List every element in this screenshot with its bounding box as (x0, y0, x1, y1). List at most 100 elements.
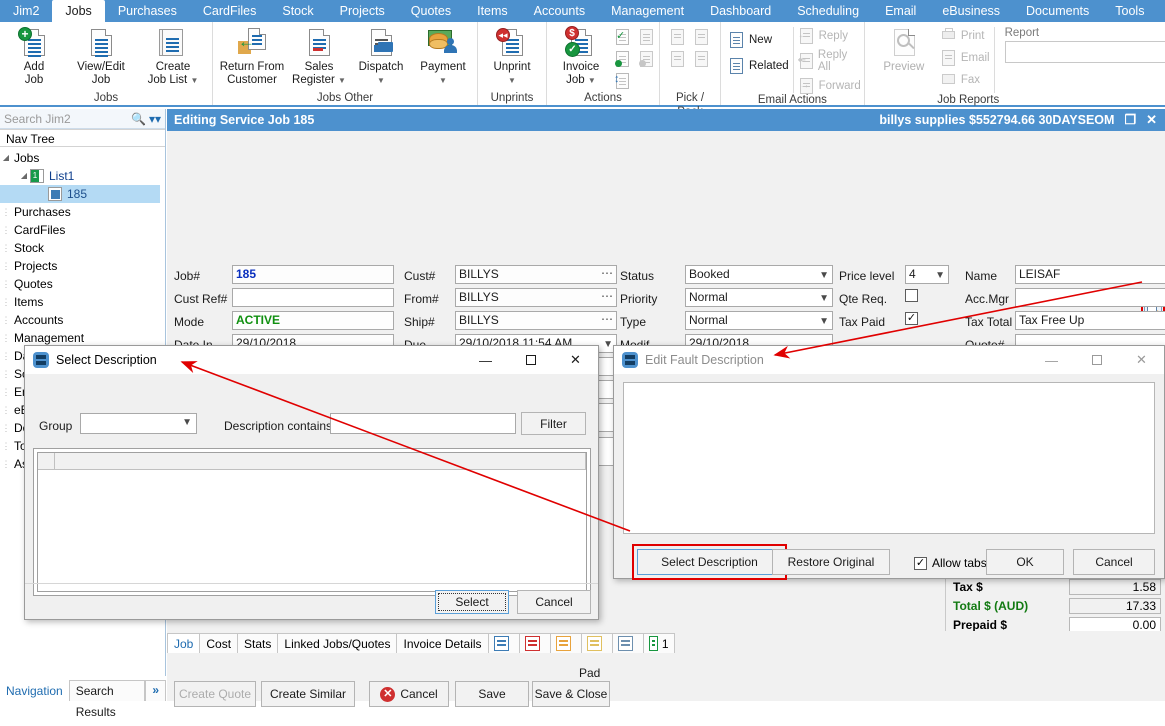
ribbon-tab-tools[interactable]: Tools (1102, 0, 1157, 22)
chevron-down-icon[interactable]: ▼ (935, 267, 945, 283)
job-tab-notes-icon[interactable] (487, 633, 520, 653)
ribbon-tab-stock[interactable]: Stock (269, 0, 326, 22)
job-no-input[interactable]: 185 (232, 265, 394, 284)
ship-no-lookup-icon[interactable]: ⋯ (601, 312, 613, 328)
ribbon-tab-assets[interactable]: Assets (1157, 0, 1165, 22)
chevron-down-icon[interactable]: ▼ (819, 313, 829, 329)
chevron-down-icon[interactable]: ▼ (819, 290, 829, 306)
allow-tabs-checkbox-row[interactable]: ✓ Allow tabs (914, 556, 987, 570)
minimize-button[interactable]: — (1029, 346, 1074, 374)
minimize-button[interactable]: — (463, 346, 508, 374)
allow-tabs-checkbox[interactable]: ✓ (914, 556, 927, 570)
search-input-placeholder[interactable]: Search Jim2 (4, 112, 128, 126)
ribbon-tab-projects[interactable]: Projects (327, 0, 398, 22)
ribbon-tab-ebusiness[interactable]: eBusiness (929, 0, 1013, 22)
cancel-button[interactable]: ✕ Cancel (369, 681, 449, 707)
job-tab-invoice-details[interactable]: Invoice Details (396, 633, 489, 653)
fault-description-textarea[interactable] (623, 382, 1155, 534)
payment-button[interactable]: Payment ▼ (412, 25, 474, 87)
ribbon-tab-quotes[interactable]: Quotes (398, 0, 464, 22)
approve-job-icon[interactable]: ✓ (614, 28, 632, 46)
descriptions-grid-inner[interactable] (37, 452, 587, 592)
invoice-job-button[interactable]: $ ✓ Invoice Job ▼ (550, 25, 612, 87)
create-job-list-button[interactable]: Create Job List ▼ (137, 25, 209, 87)
ribbon-tab-purchases[interactable]: Purchases (105, 0, 190, 22)
tax-total-select[interactable]: Tax Free Up ▼ (1015, 311, 1165, 330)
from-no-input[interactable]: BILLYS ⋯ (455, 288, 617, 307)
group-select[interactable]: ▼ (80, 413, 197, 434)
status-select[interactable]: Booked ▼ (685, 265, 833, 284)
name-select[interactable]: LEISAF ▼ (1015, 265, 1165, 284)
add-job-button[interactable]: + Add Job (3, 25, 65, 87)
dispatch-dropdown-icon[interactable]: ▼ (377, 76, 385, 85)
job-tab-cost[interactable]: Cost (199, 633, 239, 653)
nav-tree-item-jobs[interactable]: ◢ Jobs (0, 149, 165, 167)
email-related-button[interactable]: Related (728, 57, 789, 75)
nav-panel-tab-navigation[interactable]: Navigation (0, 681, 69, 701)
tree-expander-open-icon[interactable]: ◢ (0, 149, 12, 167)
email-new-button[interactable]: New (728, 31, 789, 49)
nav-tree-item-quotes[interactable]: ⋮ Quotes (0, 275, 165, 293)
nav-tree-item-accounts[interactable]: ⋮ Accounts (0, 311, 165, 329)
acc-mgr-select[interactable]: ▼ (1015, 288, 1165, 307)
unprint-button[interactable]: ◂◂ Unprint ▼ (481, 25, 543, 87)
job-tab-stats[interactable]: Stats (237, 633, 279, 653)
nav-tree-item-projects[interactable]: ⋮ Projects (0, 257, 165, 275)
return-from-customer-button[interactable]: ← Return From Customer (216, 25, 288, 87)
ribbon-tab-management[interactable]: Management (598, 0, 697, 22)
search-icon[interactable]: 🔍 (131, 112, 146, 126)
search-bar[interactable]: Search Jim2 🔍 ▾▾ (0, 109, 165, 129)
chevron-double-down-icon[interactable]: ▾▾ (149, 112, 161, 126)
restore-original-button[interactable]: Restore Original (772, 549, 890, 575)
nav-tree-item-cardfiles[interactable]: ⋮ CardFiles (0, 221, 165, 239)
maximize-button[interactable] (508, 346, 553, 374)
job-tab-copy-orange-icon[interactable] (549, 633, 582, 653)
nav-tree-item-purchases[interactable]: ⋮ Purchases (0, 203, 165, 221)
save-and-close-button[interactable]: Save & Close (532, 681, 610, 707)
ribbon-tab-cardfiles[interactable]: CardFiles (190, 0, 270, 22)
job-tab-history-icon[interactable] (611, 633, 644, 653)
close-button[interactable]: ✕ (1119, 346, 1164, 374)
grid-column-indicator[interactable] (38, 453, 55, 469)
unprint-dropdown-icon[interactable]: ▼ (508, 76, 516, 85)
sales-register-button[interactable]: Sales Register ▼ (288, 25, 350, 87)
restore-window-button[interactable]: ❐ (1124, 112, 1136, 128)
nav-panel-tab-search-results[interactable]: Search Results (68, 680, 146, 719)
qte-req-checkbox[interactable] (905, 289, 918, 302)
nav-panel-tab-more[interactable]: » (145, 680, 166, 701)
cust-no-input[interactable]: BILLYS ⋯ (455, 265, 617, 284)
grid-column-description[interactable] (55, 453, 586, 469)
ok-button[interactable]: OK (986, 549, 1064, 575)
ribbon-tab-scheduling[interactable]: Scheduling (784, 0, 872, 22)
description-contains-input[interactable] (330, 413, 516, 434)
nav-tree-item-items[interactable]: ⋮ Items (0, 293, 165, 311)
report-select[interactable]: ▼ (1004, 41, 1165, 63)
nav-tree-item-list1[interactable]: ◢ List1 (0, 167, 165, 185)
payment-dropdown-icon[interactable]: ▼ (439, 76, 447, 85)
ribbon-tab-items[interactable]: Items (464, 0, 521, 22)
dispatch-button[interactable]: Dispatch ▼ (350, 25, 412, 87)
maximize-button[interactable] (1074, 346, 1119, 374)
job-tab-clipboard-tan-icon[interactable] (580, 633, 613, 653)
ribbon-tab-jobs[interactable]: Jobs (52, 0, 105, 22)
job-status-dot-icon[interactable] (614, 50, 632, 68)
ship-no-input[interactable]: BILLYS ⋯ (455, 311, 617, 330)
job-tab-job[interactable]: Job (167, 633, 201, 653)
close-window-button[interactable]: ✕ (1146, 112, 1157, 128)
chevron-down-icon[interactable]: ▼ (182, 417, 192, 428)
job-tab-linked-jobs-quotes[interactable]: Linked Jobs/Quotes (277, 633, 398, 653)
sales-register-dropdown-icon[interactable]: ▼ (338, 76, 346, 85)
tax-paid-checkbox[interactable]: ✓ (905, 312, 918, 325)
job-tab-clipboard-red-icon[interactable] (518, 633, 551, 653)
reorder-job-icon[interactable]: ↕ (614, 72, 632, 90)
chevron-down-icon[interactable]: ▼ (603, 336, 613, 352)
invoice-job-dropdown-icon[interactable]: ▼ (588, 76, 596, 85)
type-select[interactable]: Normal ▼ (685, 311, 833, 330)
filter-button[interactable]: Filter (521, 412, 586, 435)
close-button[interactable]: ✕ (553, 346, 598, 374)
cancel-button[interactable]: Cancel (1073, 549, 1155, 575)
ribbon-tab-jim2[interactable]: Jim2 (0, 0, 52, 22)
ribbon-tab-dashboard[interactable]: Dashboard (697, 0, 784, 22)
view-edit-job-button[interactable]: View/Edit Job (65, 25, 137, 87)
select-button[interactable]: Select (435, 590, 509, 614)
